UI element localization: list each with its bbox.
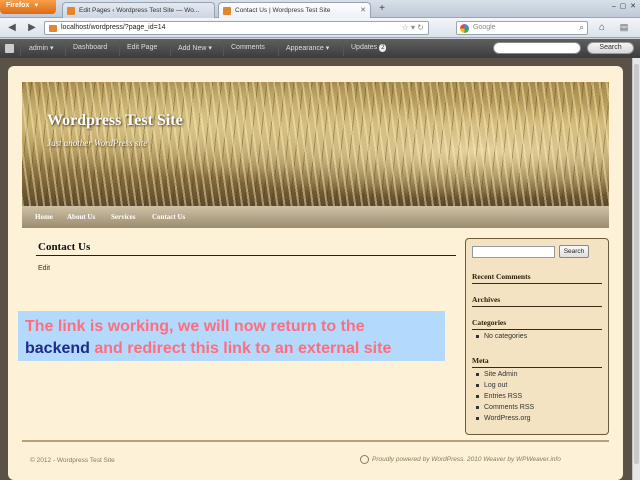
divider — [472, 329, 602, 330]
firefox-menu-label: Firefox — [6, 2, 30, 9]
admin-bar-add-new-label: Add New — [178, 45, 207, 52]
meta-link-site-admin[interactable]: Site Admin — [476, 371, 517, 378]
home-icon[interactable]: ⌂ — [594, 21, 610, 35]
url-text: localhost/wordpress/?page_id=14 — [61, 24, 166, 31]
admin-bar-dashboard[interactable]: Dashboard — [73, 44, 107, 51]
site-header-image: Wordpress Test Site Just another WordPre… — [22, 82, 609, 206]
wordpress-favicon-icon — [67, 7, 75, 15]
widget-heading-categories: Categories — [472, 318, 507, 327]
admin-bar-user-label: admin — [29, 45, 49, 52]
divider — [343, 41, 344, 56]
annotation-overlay: The link is working, we will now return … — [18, 311, 445, 361]
wordpress-logo-icon — [360, 455, 369, 464]
forward-arrow-icon[interactable]: ▶ — [24, 21, 40, 35]
chevron-down-icon: ▾ — [325, 45, 330, 52]
page-title: Contact Us — [38, 241, 91, 253]
annotation-highlight: backend — [25, 340, 90, 357]
tab-contact-us[interactable]: Contact Us | Wordpress Test Site ✕ — [218, 2, 371, 18]
site-title[interactable]: Wordpress Test Site — [47, 112, 183, 130]
sidebar: Search Recent Comments Archives Categori… — [465, 238, 609, 435]
sidebar-search-button[interactable]: Search — [559, 245, 589, 258]
divider — [278, 41, 279, 56]
footer-credits-text[interactable]: Proudly powered by WordPress. 2010 Weave… — [372, 456, 561, 463]
divider — [223, 41, 224, 56]
meta-link-entries-rss[interactable]: Entries RSS — [476, 393, 522, 400]
bookmark-star-icon[interactable]: ☆ ▾ ↻ — [402, 23, 424, 32]
magnifier-icon[interactable]: ⌕ — [579, 22, 584, 33]
divider — [472, 367, 602, 368]
site-identity-icon — [49, 25, 57, 32]
chevron-down-icon: ▼ — [33, 3, 40, 9]
menu-item-home[interactable]: Home — [35, 213, 53, 221]
bookmarks-icon[interactable]: ▤ — [614, 21, 634, 35]
meta-link-wordpress-org[interactable]: WordPress.org — [476, 415, 531, 422]
admin-bar-search-button[interactable]: Search — [587, 42, 634, 54]
divider — [170, 41, 171, 56]
meta-link-comments-rss[interactable]: Comments RSS — [476, 404, 534, 411]
widget-heading-archives: Archives — [472, 295, 501, 304]
divider — [36, 255, 456, 256]
site-tagline: Just another WordPress site — [47, 138, 148, 148]
close-icon[interactable]: ✕ — [360, 6, 366, 14]
wp-admin-bar: admin ▾ Dashboard Edit Page Add New ▾ Co… — [0, 39, 640, 58]
menu-item-contact-us[interactable]: Contact Us — [152, 213, 185, 221]
chevron-down-icon: ▾ — [50, 45, 54, 52]
divider — [65, 41, 66, 56]
site-wrapper: Wordpress Test Site Just another WordPre… — [8, 66, 623, 480]
admin-bar-icon[interactable] — [5, 44, 14, 53]
divider — [472, 283, 602, 284]
admin-bar-add-new[interactable]: Add New ▾ — [178, 44, 212, 52]
widget-heading-meta: Meta — [472, 356, 489, 365]
annotation-line-1: The link is working, we will now return … — [25, 318, 365, 335]
footer-credits: Proudly powered by WordPress. 2010 Weave… — [360, 455, 561, 464]
admin-bar-user[interactable]: admin ▾ — [29, 44, 54, 52]
admin-bar-edit-page[interactable]: Edit Page — [127, 44, 157, 51]
menu-item-about-us[interactable]: About Us — [67, 213, 95, 221]
google-icon — [460, 24, 469, 33]
admin-bar-appearance[interactable]: Appearance ▾ — [286, 44, 329, 52]
scrollbar-thumb[interactable] — [634, 64, 639, 464]
divider — [22, 440, 609, 442]
browser-navigation-bar: ◀ ▶ localhost/wordpress/?page_id=14 ☆ ▾ … — [0, 18, 640, 38]
url-bar[interactable]: localhost/wordpress/?page_id=14 ☆ ▾ ↻ — [44, 21, 429, 35]
new-tab-icon[interactable]: + — [376, 3, 388, 15]
firefox-menu-button[interactable]: Firefox ▼ — [0, 0, 56, 14]
search-placeholder: Google — [473, 24, 496, 31]
sidebar-search-input[interactable] — [472, 246, 555, 258]
footer-copyright: © 2012 - Wordpress Test Site — [30, 457, 115, 464]
divider — [119, 41, 120, 56]
chevron-down-icon: ▾ — [208, 45, 212, 52]
admin-bar-appearance-label: Appearance — [286, 45, 324, 52]
widget-heading-recent-comments: Recent Comments — [472, 272, 531, 281]
back-arrow-icon[interactable]: ◀ — [4, 21, 20, 35]
tab-edit-pages[interactable]: Edit Pages ‹ Wordpress Test Site — Wo... — [62, 2, 215, 18]
tab-title: Edit Pages ‹ Wordpress Test Site — Wo... — [79, 7, 200, 14]
meta-link-log-out[interactable]: Log out — [476, 382, 507, 389]
divider — [20, 41, 21, 56]
list-item: No categories — [476, 333, 527, 340]
annotation-line-2: backend and redirect this link to an ext… — [25, 338, 445, 360]
admin-bar-updates[interactable]: Updates 2 — [351, 44, 387, 52]
admin-bar-search-input[interactable] — [493, 42, 581, 54]
menu-item-services[interactable]: Services — [111, 213, 136, 221]
tab-title: Contact Us | Wordpress Test Site — [235, 7, 331, 14]
admin-bar-updates-label: Updates — [351, 44, 378, 51]
updates-count-badge: 2 — [379, 44, 387, 52]
admin-bar-comments[interactable]: Comments — [231, 44, 265, 51]
edit-link[interactable]: Edit — [38, 265, 50, 272]
browser-tab-bar: Firefox ▼ Edit Pages ‹ Wordpress Test Sit… — [0, 0, 640, 18]
search-input[interactable]: Google ⌕ — [456, 21, 588, 35]
annotation-line-2-rest: and redirect this link to an external si… — [89, 340, 392, 357]
page-scrollbar[interactable] — [632, 58, 640, 480]
site-menu: Home About Us Services Contact Us — [22, 206, 609, 228]
wordpress-favicon-icon — [223, 7, 231, 15]
window-controls[interactable]: – ▢ ✕ — [612, 2, 636, 10]
divider — [472, 306, 602, 307]
